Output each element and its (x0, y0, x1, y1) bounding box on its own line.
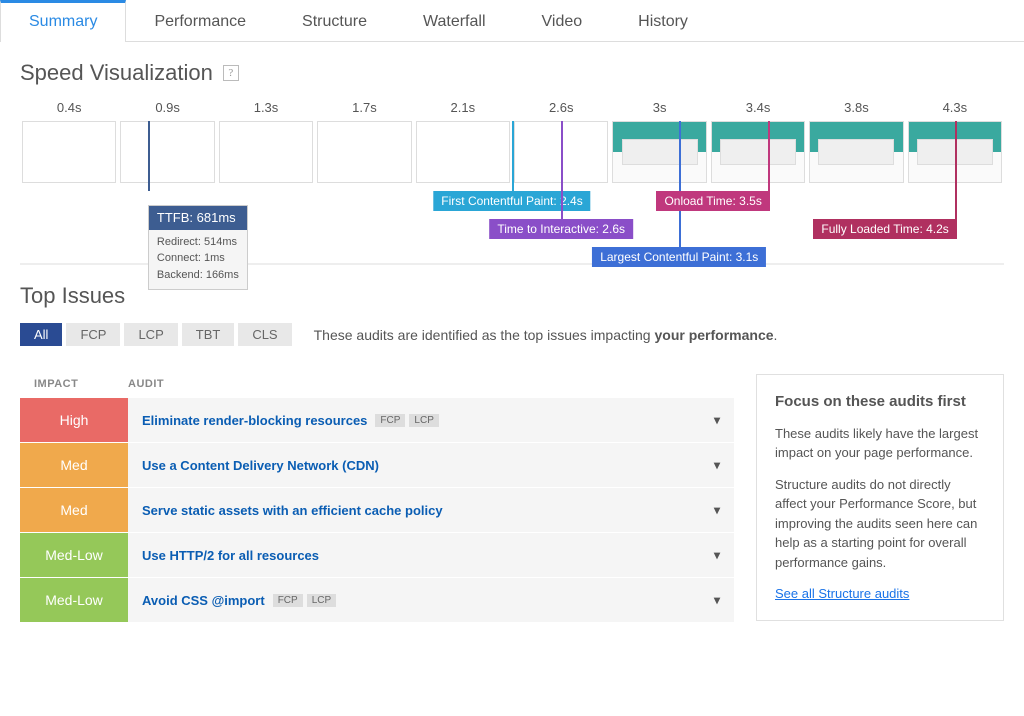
audit-title: Use HTTP/2 for all resources (142, 548, 319, 563)
audit-cell[interactable]: Serve static assets with an efficient ca… (128, 488, 734, 532)
tab-summary[interactable]: Summary (0, 0, 126, 42)
timing-marker: Onload Time: 3.5s (768, 121, 770, 191)
filter-fcp[interactable]: FCP (66, 323, 120, 346)
tab-performance[interactable]: Performance (126, 0, 274, 41)
timing-marker: First Contentful Paint: 2.4s (512, 121, 514, 191)
ttfb-line: Connect: 1ms (157, 250, 239, 267)
impact-badge: Med (20, 488, 128, 532)
impact-badge: High (20, 398, 128, 442)
top-issues-title: Top Issues (20, 283, 125, 309)
audit-title: Serve static assets with an efficient ca… (142, 503, 443, 518)
timing-label: Fully Loaded Time: 4.2s (813, 219, 956, 239)
timeline-frame[interactable] (711, 121, 805, 183)
timing-label: Time to Interactive: 2.6s (489, 219, 633, 239)
issue-row[interactable]: Med Serve static assets with an efficient… (20, 488, 734, 533)
timeline-frame[interactable] (120, 121, 214, 183)
filter-cls[interactable]: CLS (238, 323, 291, 346)
audit-tag: LCP (307, 594, 336, 607)
tab-video[interactable]: Video (514, 0, 611, 41)
audit-cell[interactable]: Use HTTP/2 for all resources ▾ (128, 533, 734, 577)
time-label: 1.3s (217, 100, 315, 121)
timing-marker: Time to Interactive: 2.6s (561, 121, 563, 219)
time-label: 0.9s (118, 100, 216, 121)
issue-row[interactable]: Med Use a Content Delivery Network (CDN) ▾ (20, 443, 734, 488)
ttfb-line: Backend: 166ms (157, 267, 239, 284)
help-icon[interactable]: ? (223, 65, 239, 81)
time-label: 3.8s (807, 100, 905, 121)
chevron-down-icon[interactable]: ▾ (714, 593, 720, 607)
header-audit: AUDIT (128, 378, 734, 390)
chevron-down-icon[interactable]: ▾ (714, 503, 720, 517)
audit-cell[interactable]: Avoid CSS @import FCP LCP ▾ (128, 578, 734, 622)
chevron-down-icon[interactable]: ▾ (714, 548, 720, 562)
chevron-down-icon[interactable]: ▾ (714, 413, 720, 427)
ttfb-marker: TTFB: 681msRedirect: 514msConnect: 1msBa… (148, 121, 150, 191)
ttfb-box: TTFB: 681ms Redirect: 514msConnect: 1msBa… (148, 205, 248, 290)
chevron-down-icon[interactable]: ▾ (714, 458, 720, 472)
header-impact: IMPACT (20, 378, 128, 390)
filter-lcp[interactable]: LCP (124, 323, 177, 346)
main-tabs: SummaryPerformanceStructureWaterfallVide… (0, 0, 1024, 42)
time-label: 3.4s (709, 100, 807, 121)
audit-title: Use a Content Delivery Network (CDN) (142, 458, 379, 473)
filter-description: These audits are identified as the top i… (314, 327, 778, 343)
issue-row[interactable]: Med-Low Use HTTP/2 for all resources ▾ (20, 533, 734, 578)
timeline-frame[interactable] (416, 121, 510, 183)
speed-vis-title: Speed Visualization (20, 60, 213, 86)
audit-title: Eliminate render-blocking resources (142, 413, 367, 428)
impact-badge: Med-Low (20, 533, 128, 577)
panel-p1: These audits likely have the largest imp… (775, 424, 985, 463)
timeline-frame[interactable] (612, 121, 706, 183)
top-issues-section: Top Issues AllFCPLCPTBTCLSThese audits a… (0, 265, 1024, 623)
issues-table: IMPACT AUDIT HighEliminate render-blocki… (20, 374, 734, 623)
ttfb-label: TTFB: 681ms (149, 206, 247, 230)
ttfb-line: Redirect: 514ms (157, 234, 239, 251)
section-title: Speed Visualization ? (20, 60, 1004, 86)
audit-tag: LCP (409, 414, 438, 427)
timing-marker: Largest Contentful Paint: 3.1s (679, 121, 681, 247)
filter-row: AllFCPLCPTBTCLS These audits are identifi… (20, 323, 1004, 346)
audit-cell[interactable]: Use a Content Delivery Network (CDN) ▾ (128, 443, 734, 487)
time-label: 2.6s (512, 100, 610, 121)
timeline-frame[interactable] (219, 121, 313, 183)
panel-p2: Structure audits do not directly affect … (775, 475, 985, 573)
audit-cell[interactable]: Eliminate render-blocking resources FCP LC… (128, 398, 734, 442)
audit-tag: FCP (375, 414, 405, 427)
timeline-frame[interactable] (22, 121, 116, 183)
time-label: 2.1s (414, 100, 512, 121)
timeline-frame[interactable] (809, 121, 903, 183)
timing-marker: Fully Loaded Time: 4.2s (955, 121, 957, 219)
panel-title: Focus on these audits first (775, 391, 985, 414)
tab-waterfall[interactable]: Waterfall (395, 0, 514, 41)
filter-tbt[interactable]: TBT (182, 323, 235, 346)
impact-badge: Med (20, 443, 128, 487)
time-label: 0.4s (20, 100, 118, 121)
timing-label: Largest Contentful Paint: 3.1s (592, 247, 766, 267)
speed-visualization-section: Speed Visualization ? 0.4s0.9s1.3s1.7s2.… (0, 42, 1024, 263)
table-header: IMPACT AUDIT (20, 374, 734, 398)
tab-history[interactable]: History (610, 0, 716, 41)
audit-title: Avoid CSS @import (142, 593, 265, 608)
time-label: 1.7s (315, 100, 413, 121)
impact-badge: Med-Low (20, 578, 128, 622)
timeline-frame[interactable] (317, 121, 411, 183)
filter-all[interactable]: All (20, 323, 62, 346)
issues-container: IMPACT AUDIT HighEliminate render-blocki… (20, 374, 1004, 623)
focus-panel: Focus on these audits first These audits… (756, 374, 1004, 621)
see-all-link[interactable]: See all Structure audits (775, 586, 909, 601)
speed-timeline: 0.4s0.9s1.3s1.7s2.1s2.6s3s3.4s3.8s4.3s F… (20, 100, 1004, 263)
tab-structure[interactable]: Structure (274, 0, 395, 41)
timing-label: Onload Time: 3.5s (656, 191, 769, 211)
time-label: 4.3s (906, 100, 1004, 121)
time-label: 3s (610, 100, 708, 121)
timing-label: First Contentful Paint: 2.4s (433, 191, 590, 211)
issue-row[interactable]: Med-Low Avoid CSS @import FCP LCP ▾ (20, 578, 734, 623)
issue-row[interactable]: High Eliminate render-blocking resources F… (20, 398, 734, 443)
audit-tag: FCP (273, 594, 303, 607)
